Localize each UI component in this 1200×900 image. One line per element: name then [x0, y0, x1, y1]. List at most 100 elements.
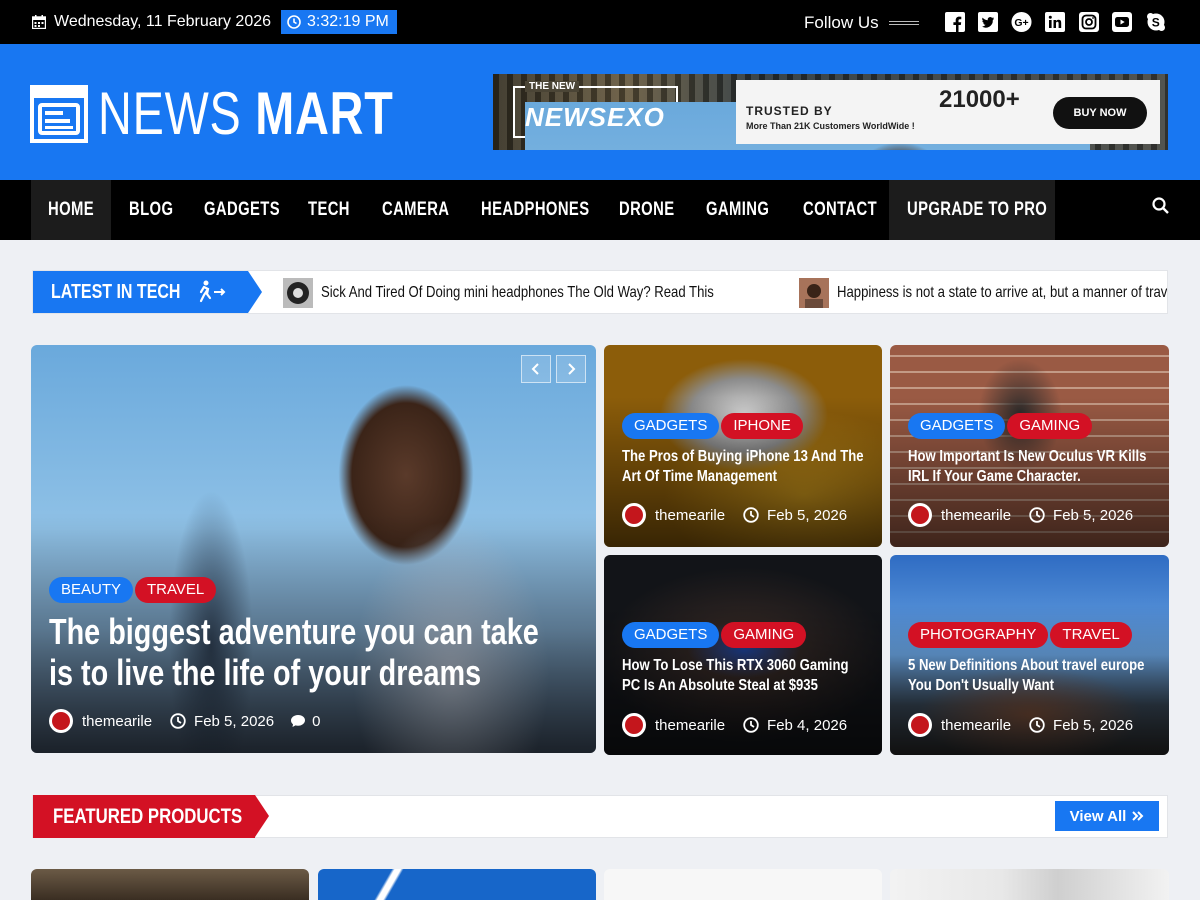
newspaper-logo-icon	[30, 85, 88, 143]
product-card[interactable]	[318, 869, 596, 900]
post-categories: GADGETS GAMING	[622, 622, 808, 648]
author-avatar	[622, 713, 646, 737]
nav-tech[interactable]: TECH	[308, 180, 362, 240]
nav-upgrade-to-pro[interactable]: UPGRADE TO PRO	[889, 180, 1055, 240]
post-date: Feb 4, 2026	[767, 716, 848, 734]
instagram-icon[interactable]	[1078, 11, 1099, 32]
site-logo[interactable]: NEWS MART	[30, 84, 477, 144]
current-time: 3:32:19 PM	[307, 13, 389, 30]
comment-icon	[291, 715, 306, 727]
search-icon[interactable]	[1152, 197, 1169, 214]
ticker-item[interactable]: Happiness is not a state to arrive at, b…	[799, 278, 1167, 308]
category-badge[interactable]: PHOTOGRAPHY	[908, 622, 1049, 648]
banner-panel: TRUSTED BY More Than 21K Customers World…	[736, 80, 1160, 144]
post-meta: themearile Feb 5, 2026 0	[49, 709, 320, 733]
clock-icon	[287, 15, 301, 29]
category-badge[interactable]: BEAUTY	[49, 577, 134, 603]
author-avatar	[908, 713, 932, 737]
social-links: G+ S	[944, 11, 1179, 32]
category-badge[interactable]: GAMING	[1007, 413, 1093, 439]
logo-word-mart: MART	[255, 80, 394, 147]
category-badge[interactable]: GADGETS	[622, 413, 720, 439]
chevron-right-icon	[568, 363, 576, 375]
clock-icon	[170, 713, 186, 729]
post-categories: GADGETS GAMING	[908, 413, 1094, 439]
nav-blog[interactable]: BLOG	[129, 180, 186, 240]
latest-ticker: LATEST IN TECH Sick And Tired Of Doing m…	[32, 270, 1168, 314]
double-chevron-right-icon	[1132, 811, 1144, 821]
author-avatar	[622, 503, 646, 527]
skype-icon[interactable]: S	[1145, 11, 1166, 32]
chevron-left-icon	[531, 363, 539, 375]
post-title[interactable]: How Important Is New Oculus VR Kills IRL…	[908, 447, 1150, 487]
buy-now-button[interactable]: BUY NOW	[1053, 97, 1147, 129]
post-date: Feb 5, 2026	[1053, 716, 1134, 734]
nav-contact[interactable]: CONTACT	[803, 180, 898, 240]
post-title[interactable]: 5 New Definitions About travel europe Yo…	[908, 656, 1150, 696]
main-nav: HOME BLOG GADGETS TECH CAMERA HEADPHONES…	[0, 180, 1200, 240]
svg-text:S: S	[1151, 15, 1159, 29]
product-card[interactable]	[31, 869, 309, 900]
clock-badge: 3:32:19 PM	[281, 10, 397, 34]
clock-icon	[1029, 507, 1045, 523]
slider-prev-button[interactable]	[521, 355, 551, 383]
current-date: Wednesday, 11 February 2026	[54, 13, 272, 30]
post-date: Feb 5, 2026	[1053, 506, 1134, 524]
logo-text: NEWS MART	[98, 84, 394, 144]
google-plus-icon[interactable]: G+	[1011, 11, 1032, 32]
post-card[interactable]: PHOTOGRAPHY TRAVEL 5 New Definitions Abo…	[890, 555, 1169, 755]
category-badge[interactable]: GADGETS	[908, 413, 1006, 439]
date-time-bar: Wednesday, 11 February 2026 3:32:19 PM	[32, 10, 397, 34]
post-card[interactable]: GADGETS GAMING How To Lose This RTX 3060…	[604, 555, 882, 755]
nav-headphones[interactable]: HEADPHONES	[481, 180, 620, 240]
calendar-icon	[32, 15, 46, 29]
post-meta: themearile Feb 4, 2026	[622, 713, 847, 737]
nav-gaming[interactable]: GAMING	[706, 180, 787, 240]
twitter-icon[interactable]	[978, 11, 999, 32]
nav-gadgets[interactable]: GADGETS	[204, 180, 301, 240]
category-badge[interactable]: TRAVEL	[1050, 622, 1132, 648]
product-card[interactable]	[890, 869, 1169, 900]
category-badge[interactable]: GADGETS	[622, 622, 720, 648]
logo-word-news: NEWS	[98, 80, 242, 147]
view-all-button[interactable]: View All	[1055, 801, 1159, 831]
post-author[interactable]: themearile	[655, 717, 725, 734]
slider-next-button[interactable]	[556, 355, 586, 383]
post-author[interactable]: themearile	[941, 717, 1011, 734]
author-avatar	[908, 503, 932, 527]
ticker-thumbnail	[283, 278, 313, 308]
product-card[interactable]	[604, 869, 882, 900]
featured-post-card[interactable]: BEAUTY TRAVEL The biggest adventure you …	[31, 345, 596, 753]
category-badge[interactable]: IPHONE	[721, 413, 803, 439]
post-author[interactable]: themearile	[941, 507, 1011, 524]
post-categories: PHOTOGRAPHY TRAVEL	[908, 622, 1134, 648]
site-header: NEWS MART THE NEW NEWSEXO TRUSTED BY Mor…	[0, 44, 1200, 180]
ticker-label: LATEST IN TECH	[33, 271, 262, 313]
post-date: Feb 5, 2026	[194, 712, 275, 730]
ticker-thumbnail	[799, 278, 829, 308]
ticker-item[interactable]: Sick And Tired Of Doing mini headphones …	[283, 278, 800, 308]
comment-count[interactable]: 0	[312, 713, 320, 730]
post-title[interactable]: How To Lose This RTX 3060 Gaming PC Is A…	[622, 656, 864, 696]
banner-kicker: THE NEW	[525, 81, 580, 92]
post-categories: GADGETS IPHONE	[622, 413, 805, 439]
post-author[interactable]: themearile	[655, 507, 725, 524]
post-title[interactable]: The Pros of Buying iPhone 13 And The Art…	[622, 447, 864, 487]
nav-camera[interactable]: CAMERA	[382, 180, 468, 240]
nav-home[interactable]: HOME	[31, 180, 111, 240]
clock-icon	[743, 717, 759, 733]
facebook-icon[interactable]	[944, 11, 965, 32]
post-card[interactable]: GADGETS IPHONE The Pros of Buying iPhone…	[604, 345, 882, 547]
post-meta: themearile Feb 5, 2026	[908, 713, 1133, 737]
nav-drone[interactable]: DRONE	[619, 180, 690, 240]
category-badge[interactable]: GAMING	[721, 622, 807, 648]
post-card[interactable]: GADGETS GAMING How Important Is New Ocul…	[890, 345, 1169, 547]
post-title[interactable]: The biggest adventure you can take is to…	[49, 611, 569, 693]
featured-products-header: FEATURED PRODUCTS View All	[32, 795, 1168, 838]
youtube-icon[interactable]	[1112, 11, 1133, 32]
linkedin-icon[interactable]	[1045, 11, 1066, 32]
banner-more: More Than 21K Customers WorldWide !	[746, 121, 915, 131]
post-author[interactable]: themearile	[82, 713, 152, 730]
ad-banner[interactable]: THE NEW NEWSEXO TRUSTED BY More Than 21K…	[493, 74, 1168, 150]
category-badge[interactable]: TRAVEL	[135, 577, 217, 603]
